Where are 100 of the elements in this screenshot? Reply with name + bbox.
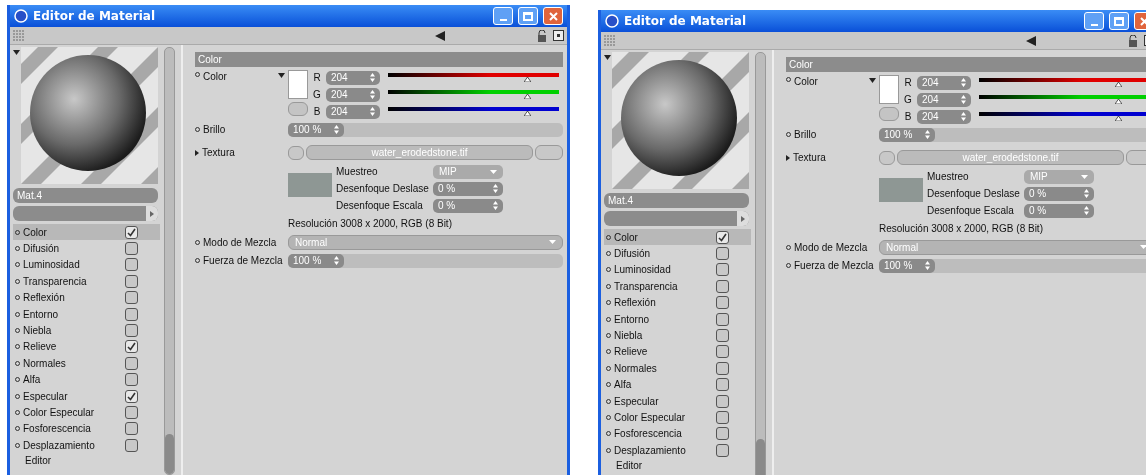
channel-item[interactable]: Relieve — [604, 343, 751, 361]
spinner-arrows-icon — [370, 90, 375, 99]
checkbox[interactable] — [716, 279, 729, 293]
channel-item[interactable]: Reflexión — [604, 294, 751, 311]
channel-label: Luminosidad — [614, 263, 672, 278]
scrollbar[interactable] — [755, 52, 766, 475]
scrollbar[interactable] — [164, 47, 175, 475]
checkbox[interactable] — [716, 394, 729, 408]
channel-letter: B — [312, 105, 322, 119]
arrow-button[interactable] — [737, 211, 749, 226]
option-label: Desenfoque Escala — [927, 204, 1015, 218]
channel-item[interactable]: Difusión — [13, 240, 160, 257]
checkbox[interactable] — [125, 422, 138, 436]
channel-item[interactable]: Color — [13, 224, 160, 241]
checkbox[interactable] — [716, 361, 729, 375]
channel-item[interactable]: Relieve — [13, 338, 160, 356]
new-window-icon[interactable] — [553, 30, 564, 41]
checkbox[interactable] — [125, 307, 138, 321]
checkbox[interactable] — [716, 427, 729, 441]
checkbox[interactable] — [716, 263, 729, 277]
color-picker-button[interactable] — [879, 107, 899, 121]
color-swatch[interactable] — [288, 70, 308, 99]
minimize-button[interactable] — [1084, 12, 1104, 30]
dropdown-caret-icon[interactable] — [13, 50, 20, 55]
channel-item[interactable]: Transparencia — [13, 273, 160, 290]
checkbox[interactable] — [125, 406, 138, 419]
channel-item[interactable]: Luminosidad — [604, 261, 751, 279]
color-swatch[interactable] — [879, 75, 899, 104]
channel-item[interactable]: Normales — [604, 360, 751, 377]
dropdown-caret-icon[interactable] — [604, 55, 611, 60]
channel-item[interactable]: Especular — [604, 392, 751, 410]
checkbox[interactable] — [125, 274, 138, 288]
channel-item[interactable]: Transparencia — [604, 278, 751, 295]
channel-label: Desplazamiento — [614, 443, 687, 458]
checkbox[interactable] — [716, 247, 729, 261]
channel-item[interactable]: Normales — [13, 355, 160, 372]
expand-triangle-icon[interactable] — [195, 149, 199, 156]
arrow-button[interactable] — [146, 206, 158, 221]
spinner-arrows-icon — [334, 256, 339, 265]
grip-icon[interactable] — [604, 34, 616, 47]
channel-label[interactable]: Editor — [13, 453, 160, 470]
back-arrow-icon[interactable] — [435, 30, 445, 41]
checkbox[interactable] — [125, 324, 138, 338]
channel-item[interactable]: Desplazamiento — [13, 437, 160, 454]
channel-item[interactable]: Niebla — [604, 327, 751, 344]
checkbox[interactable] — [125, 356, 138, 370]
checkbox[interactable] — [125, 373, 138, 387]
checkbox[interactable] — [716, 296, 729, 310]
checkbox[interactable] — [716, 230, 729, 244]
channel-item[interactable]: Entorno — [604, 310, 751, 328]
channel-item[interactable]: Alfa — [13, 371, 160, 388]
dropdown-caret-icon[interactable] — [869, 78, 876, 83]
checkbox[interactable] — [125, 242, 138, 256]
channel-item[interactable]: Fosforescencia — [13, 420, 160, 438]
option-label: Muestreo — [336, 165, 379, 179]
field-label: Modo de Mezcla — [794, 240, 868, 255]
dropdown-caret-icon[interactable] — [278, 73, 285, 78]
channel-item[interactable]: Alfa — [604, 376, 751, 393]
channel-label[interactable]: Editor — [604, 458, 751, 475]
maximize-icon — [1114, 16, 1124, 26]
minimize-button[interactable] — [493, 7, 513, 25]
channel-item[interactable]: Color Especular — [13, 404, 160, 421]
close-button[interactable] — [543, 7, 563, 25]
checkbox[interactable] — [125, 225, 138, 239]
channel-item[interactable]: Fosforescencia — [604, 425, 751, 443]
expand-triangle-icon[interactable] — [786, 154, 790, 161]
lock-icon[interactable] — [537, 29, 547, 42]
caret-icon — [1081, 174, 1088, 179]
checkbox[interactable] — [125, 438, 138, 452]
channel-item[interactable]: Luminosidad — [13, 256, 160, 274]
lock-icon[interactable] — [1128, 34, 1138, 47]
channel-item[interactable]: Entorno — [13, 305, 160, 323]
field-label: Fuerza de Mezcla — [794, 259, 874, 273]
back-arrow-icon[interactable] — [1026, 35, 1036, 46]
checkbox[interactable] — [125, 291, 138, 305]
channel-item[interactable]: Color — [604, 229, 751, 246]
color-picker-button[interactable] — [288, 102, 308, 116]
spinner-arrows-icon — [925, 261, 930, 270]
slider-field[interactable] — [604, 211, 749, 226]
checkbox[interactable] — [125, 389, 138, 403]
grip-icon[interactable] — [13, 29, 25, 42]
channel-item[interactable]: Color Especular — [604, 409, 751, 426]
slider-field[interactable] — [13, 206, 158, 221]
channel-item[interactable]: Especular — [13, 387, 160, 405]
scrollbar-thumb[interactable] — [756, 439, 765, 475]
channel-item[interactable]: Difusión — [604, 245, 751, 262]
checkbox[interactable] — [716, 329, 729, 343]
channel-item[interactable]: Desplazamiento — [604, 442, 751, 459]
field-label: Color — [794, 75, 818, 89]
checkbox[interactable] — [716, 378, 729, 392]
channel-item[interactable]: Niebla — [13, 322, 160, 339]
checkbox[interactable] — [716, 312, 729, 326]
scrollbar-thumb[interactable] — [165, 434, 174, 474]
checkbox[interactable] — [125, 340, 138, 354]
checkbox[interactable] — [716, 411, 729, 424]
spinner-arrows-icon — [961, 112, 966, 121]
checkbox[interactable] — [716, 345, 729, 359]
checkbox[interactable] — [716, 443, 729, 457]
checkbox[interactable] — [125, 258, 138, 272]
channel-item[interactable]: Reflexión — [13, 289, 160, 306]
